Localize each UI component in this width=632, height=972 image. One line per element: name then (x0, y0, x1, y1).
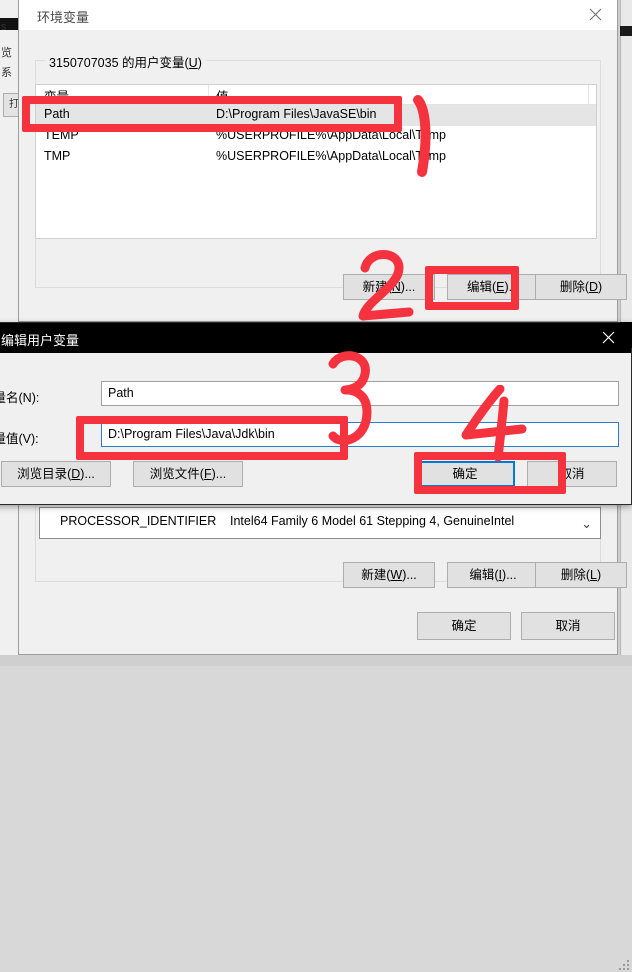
system-variables-list[interactable]: PROCESSOR_IDENTIFIER Intel64 Family 6 Mo… (39, 507, 601, 539)
edit-user-variable-dialog: 编辑用户变量 变量名(N): Path 变量值(V): D:\Program F… (0, 322, 632, 505)
variable-value-input[interactable]: D:\Program Files\Java\Jdk\bin (101, 422, 619, 447)
browse-file-button[interactable]: 浏览文件(F)... (133, 461, 243, 487)
page-title: 环境变量 (37, 11, 90, 26)
edit-dialog-title: 编辑用户变量 (1, 334, 80, 349)
edit-cancel-button[interactable]: 取消 (527, 461, 617, 487)
edit-ok-button[interactable]: 确定 (415, 461, 515, 487)
variable-name-input[interactable]: Path (101, 381, 619, 406)
table-row[interactable]: TMP %USERPROFILE%\AppData\Local\Temp (36, 147, 596, 168)
column-header-name[interactable]: 变量 (44, 86, 69, 105)
edit-dialog-titlebar[interactable]: 编辑用户变量 (0, 323, 631, 353)
variable-name-label: 变量名(N): (0, 391, 40, 405)
browse-directory-button[interactable]: 浏览目录(D)... (1, 461, 111, 487)
close-icon[interactable] (573, 0, 617, 29)
variable-name: Path (44, 107, 70, 121)
environment-variables-dialog: 环境变量 3150707035 的用户变量(U) 变量 值 Path D:\Pr… (18, 0, 627, 322)
variable-value: %USERPROFILE%\AppData\Local\Temp (216, 149, 446, 163)
user-variables-label-text: 3150707035 的用户变量( (49, 56, 189, 70)
sys-variable-name: PROCESSOR_IDENTIFIER (60, 514, 217, 528)
chevron-down-icon[interactable]: ⌄ (581, 516, 592, 532)
edit-user-variable-button[interactable]: 编辑(E)... (447, 274, 539, 300)
table-row[interactable]: TEMP %USERPROFILE%\AppData\Local\Temp (36, 126, 596, 147)
column-divider-2 (588, 85, 589, 104)
background-right-shadow-2 (620, 322, 632, 348)
resize-grip[interactable] (619, 960, 631, 972)
new-user-variable-button[interactable]: 新建(N)... (343, 274, 435, 300)
table-row[interactable]: PROCESSOR_IDENTIFIER Intel64 Family 6 Mo… (40, 508, 600, 538)
background-bottom (0, 655, 632, 666)
table-row[interactable]: Path D:\Program Files\JavaSE\bin (36, 105, 596, 126)
edit-system-variable-button[interactable]: 编辑(I)... (447, 562, 539, 588)
user-variables-label: 3150707035 的用户变量(U) (45, 52, 206, 71)
delete-user-variable-button[interactable]: 删除(D) (535, 274, 627, 300)
dialog-titlebar[interactable]: 环境变量 (19, 0, 617, 31)
delete-system-variable-button[interactable]: 删除(L) (535, 562, 627, 588)
user-variables-list[interactable]: 变量 值 Path D:\Program Files\JavaSE\bin TE… (35, 84, 597, 239)
ok-button[interactable]: 确定 (417, 612, 511, 640)
variable-name: TMP (44, 149, 71, 163)
sys-variable-value: Intel64 Family 6 Model 61 Stepping 4, Ge… (230, 514, 515, 528)
user-variables-label-suffix: ) (197, 56, 202, 70)
list-header: 变量 值 (36, 85, 596, 105)
column-header-value[interactable]: 值 (216, 86, 229, 105)
variable-value: D:\Program Files\JavaSE\bin (216, 107, 377, 121)
variable-name: TEMP (44, 128, 79, 142)
user-variables-label-accel: U (188, 56, 198, 70)
column-divider (208, 85, 209, 104)
variable-value: %USERPROFILE%\AppData\Local\Temp (216, 128, 446, 142)
new-system-variable-button[interactable]: 新建(W)... (343, 562, 435, 588)
background-right-shadow (620, 26, 632, 36)
cancel-button[interactable]: 取消 (521, 612, 615, 640)
variable-value-label: 变量值(V): (0, 432, 39, 446)
